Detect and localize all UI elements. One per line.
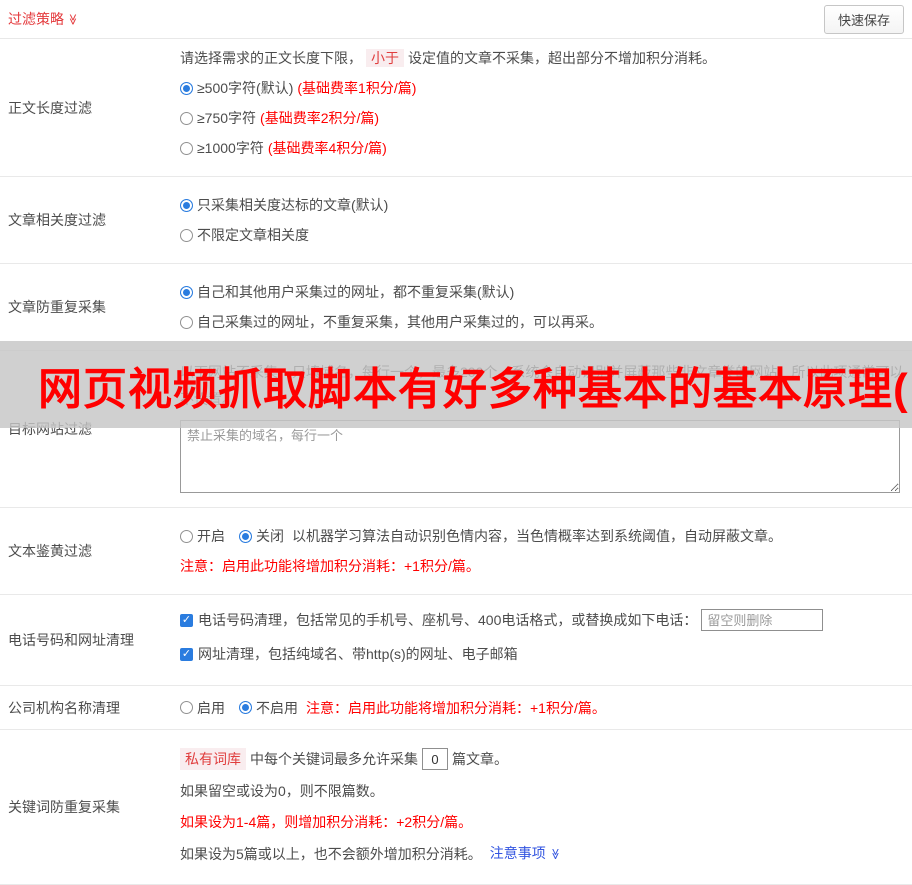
checkbox-phone-cleanup[interactable]: ✓ xyxy=(180,613,193,627)
section-label: 目标网站过滤 xyxy=(8,421,92,437)
radio-750-chars[interactable] xyxy=(180,111,193,125)
keyword-note-zero: 如果留空或设为0，则不限篇数。 xyxy=(180,783,384,799)
section-label: 文本鉴黄过滤 xyxy=(8,543,92,559)
option-500-chars[interactable]: ≥500字符(默认) (基础费率1积分/篇) xyxy=(180,78,904,98)
target-site-desc: 以下网站不采集，只填域名，每行一个，最多200个。系统会自动识别并屏蔽那些非文章… xyxy=(180,364,904,407)
radio-company-off[interactable] xyxy=(239,701,252,714)
option-750-chars[interactable]: ≥750字符 (基础费率2积分/篇) xyxy=(180,108,904,128)
filter-strategy-toggle[interactable]: 过滤策略 ≫ xyxy=(8,9,79,29)
section-label: 公司机构名称清理 xyxy=(8,699,120,716)
section-company: 公司机构名称清理 启用 不启用 注意：启用此功能将增加积分消耗：+1积分/篇。 xyxy=(0,686,912,730)
porn-filter-options: 开启 关闭 以机器学习算法自动识别色情内容，当色情概率达到系统阈值，自动屏蔽文章… xyxy=(180,526,904,546)
section-label: 正文长度过滤 xyxy=(8,99,92,116)
private-lexicon-chip: 私有词库 xyxy=(180,748,246,770)
chevron-down-icon: ≫ xyxy=(548,848,561,860)
checkbox-url-cleanup[interactable]: ✓ xyxy=(180,647,193,661)
radio-porn-on[interactable] xyxy=(180,529,193,543)
section-body-length: 正文长度过滤 请选择需求的正文长度下限， 小于 设定值的文章不采集，超出部分不增加积… xyxy=(0,39,912,177)
option-1000-chars[interactable]: ≥1000字符 (基础费率4积分/篇) xyxy=(180,138,904,158)
url-cleanup-row: ✓ 网址清理，包括纯域名、带http(s)的网址、电子邮箱 xyxy=(180,646,518,662)
radio-company-on[interactable] xyxy=(180,701,193,714)
radio-500-chars[interactable] xyxy=(180,81,193,95)
section-keyword: 关键词防重复采集 私有词库 中每个关键词最多允许采集 篇文章。 如果留空或设为0… xyxy=(0,730,912,885)
section-label: 关键词防重复采集 xyxy=(8,799,120,815)
replacement-phone-input[interactable] xyxy=(701,609,824,631)
radio-dedup-self[interactable] xyxy=(180,315,193,329)
keyword-limit-row: 私有词库 中每个关键词最多允许采集 篇文章。 xyxy=(180,748,904,770)
section-label: 文章相关度过滤 xyxy=(8,212,106,228)
quick-save-button[interactable]: 快速保存 xyxy=(823,4,904,34)
less-than-chip: 小于 xyxy=(366,49,404,67)
section-porn-filter: 文本鉴黄过滤 开启 关闭 以机器学习算法自动识别色情内容，当色情概率达到系统阈值… xyxy=(0,508,912,595)
page-title: 过滤策略 xyxy=(8,11,64,27)
body-length-intro: 请选择需求的正文长度下限， 小于 设定值的文章不采集，超出部分不增加积分消耗。 xyxy=(180,49,716,67)
radio-relevance-any[interactable] xyxy=(180,228,193,242)
option-dedup-self[interactable]: 自己采集过的网址，不重复采集，其他用户采集过的，可以再采。 xyxy=(180,312,904,332)
keyword-limit-input[interactable] xyxy=(422,748,448,770)
phone-cleanup-row: ✓ 电话号码清理，包括常见的手机号、座机号、400电话格式，或替换成如下电话： xyxy=(180,609,904,631)
company-note: 注意：启用此功能将增加积分消耗：+1积分/篇。 xyxy=(306,699,606,716)
radio-dedup-all[interactable] xyxy=(180,285,193,299)
fee-note: (基础费率4积分/篇) xyxy=(267,140,387,156)
notice-link[interactable]: 注意事项 ≫ xyxy=(490,843,561,865)
section-phone-url: 电话号码和网址清理 ✓ 电话号码清理，包括常见的手机号、座机号、400电话格式，… xyxy=(0,595,912,686)
chevron-down-icon: ≫ xyxy=(66,13,79,26)
page-header: 过滤策略 ≫ 快速保存 xyxy=(0,0,912,39)
fee-note: (基础费率1积分/篇) xyxy=(297,80,417,96)
section-relevance: 文章相关度过滤 只采集相关度达标的文章(默认) 不限定文章相关度 xyxy=(0,177,912,264)
fee-note: (基础费率2积分/篇) xyxy=(260,110,380,126)
radio-1000-chars[interactable] xyxy=(180,141,193,155)
section-target-site: 目标网站过滤 以下网站不采集，只填域名，每行一个，最多200个。系统会自动识别并… xyxy=(0,351,912,508)
option-dedup-all[interactable]: 自己和其他用户采集过的网址，都不重复采集(默认) xyxy=(180,282,904,302)
option-relevance-strict[interactable]: 只采集相关度达标的文章(默认) xyxy=(180,195,904,215)
porn-filter-desc: 以机器学习算法自动识别色情内容，当色情概率达到系统阈值，自动屏蔽文章。 xyxy=(292,528,782,544)
radio-porn-off[interactable] xyxy=(239,529,252,543)
radio-relevance-strict[interactable] xyxy=(180,198,193,212)
section-dedup: 文章防重复采集 自己和其他用户采集过的网址，都不重复采集(默认) 自己采集过的网… xyxy=(0,264,912,351)
keyword-note-five: 如果设为5篇或以上，也不会额外增加积分消耗。 注意事项 ≫ xyxy=(180,843,904,865)
porn-filter-note: 注意：启用此功能将增加积分消耗：+1积分/篇。 xyxy=(180,558,480,574)
section-label: 文章防重复采集 xyxy=(8,299,106,315)
option-relevance-any[interactable]: 不限定文章相关度 xyxy=(180,225,904,245)
keyword-note-fee: 如果设为1-4篇，则增加积分消耗：+2积分/篇。 xyxy=(180,814,473,830)
blocked-domains-textarea[interactable] xyxy=(180,420,900,493)
section-label: 电话号码和网址清理 xyxy=(8,632,134,648)
